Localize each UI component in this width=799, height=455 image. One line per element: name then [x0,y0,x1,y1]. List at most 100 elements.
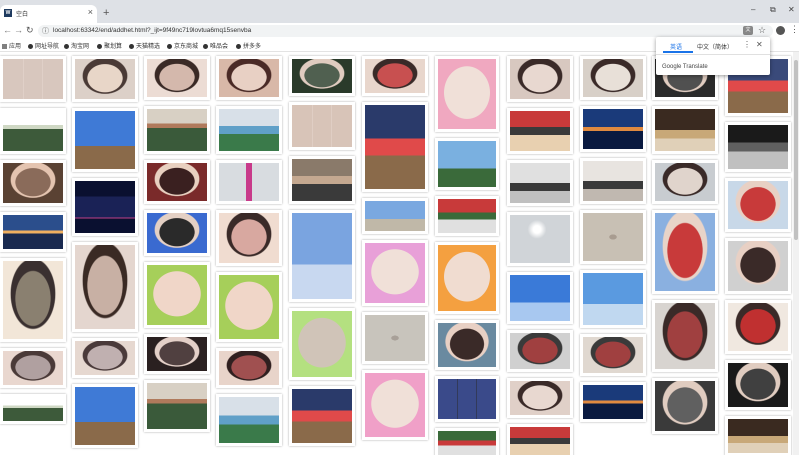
photo-card[interactable] [507,56,573,102]
photo-card[interactable] [216,106,282,154]
photo-card[interactable] [0,258,66,342]
reload-icon[interactable]: ↻ [26,25,34,36]
photo-card[interactable] [435,242,499,314]
photo-card[interactable] [144,262,210,328]
photo-card[interactable] [72,56,138,102]
minimize-button[interactable]: – [751,5,755,14]
photo-card[interactable] [0,160,66,206]
photo-card[interactable] [362,102,428,192]
forward-arrow-icon[interactable]: → [14,25,23,35]
photo-card[interactable] [435,56,499,132]
photo-card[interactable] [72,242,138,332]
photo-card[interactable] [144,334,210,374]
photo-card[interactable] [144,56,210,100]
photo-card[interactable] [144,380,210,432]
photo-card[interactable] [435,320,499,370]
photo-card[interactable] [435,196,499,236]
photo-card[interactable] [580,158,646,204]
tab-active[interactable]: W 空白 × [0,5,97,23]
photo-card[interactable] [725,360,791,410]
scrollbar-thumb[interactable] [794,60,798,240]
photo-card[interactable] [72,178,138,236]
photo-card[interactable] [362,240,428,306]
photo-card[interactable] [725,178,791,232]
photo-card[interactable] [362,198,428,234]
photo-card[interactable] [216,210,282,266]
photo-card[interactable] [507,212,573,266]
photo-card[interactable] [725,300,791,354]
bookmark-item[interactable]: 京东商城 [167,41,198,50]
photo-card[interactable] [652,378,718,434]
photo-card[interactable] [580,106,646,152]
new-tab-button[interactable]: + [103,7,109,19]
photo-card[interactable] [216,272,282,342]
address-bar[interactable]: ⓘ localhost:63342/end/addhet.html?_ijt=9… [38,25,773,37]
photo-card[interactable] [507,272,573,324]
bookmark-star-icon[interactable]: ☆ [758,25,766,36]
photo-card[interactable] [0,108,66,154]
photo-card[interactable] [0,348,66,388]
photo-card[interactable] [435,138,499,190]
photo-card[interactable] [144,106,210,154]
photo-card[interactable] [289,102,355,150]
photo-card[interactable] [289,156,355,204]
account-avatar-icon[interactable] [776,26,785,35]
photo-card[interactable] [289,386,355,446]
photo-card[interactable] [725,416,791,455]
photo-card[interactable] [435,376,499,422]
bookmark-item[interactable]: 网址导航 [28,41,59,50]
photo-card[interactable] [580,56,646,100]
bookmark-item[interactable]: 淘宝网 [64,41,89,50]
translate-tab-chinese[interactable]: 中文（简体） [697,42,733,51]
restore-button[interactable]: ⧉ [770,5,776,15]
photo-card[interactable] [144,210,210,256]
url-text[interactable]: localhost:63342/end/addhet.html?_ijt=9f4… [53,27,251,34]
close-window-button[interactable]: ✕ [788,5,795,14]
bookmark-item[interactable]: 天猫精选 [129,41,160,50]
photo-card[interactable] [289,56,355,96]
photo-card[interactable] [362,312,428,364]
kebab-menu-icon[interactable]: ⋮ [790,24,799,35]
photo-card[interactable] [652,210,718,294]
photo-card[interactable] [289,308,355,380]
bookmark-item[interactable]: 唯品会 [203,41,228,50]
photo-card[interactable] [0,56,66,102]
photo-card[interactable] [652,106,718,154]
photo-card[interactable] [507,378,573,418]
photo-card[interactable] [580,210,646,264]
photo-card[interactable] [725,238,791,294]
photo-card[interactable] [507,330,573,372]
photo-card[interactable] [216,160,282,204]
photo-card[interactable] [580,382,646,422]
photo-card[interactable] [0,394,66,424]
translate-icon[interactable]: 文 [743,26,753,35]
photo-card[interactable] [144,160,210,204]
translate-tab-english[interactable]: 英语 [670,42,682,51]
photo-card[interactable] [652,300,718,372]
photo-card[interactable] [72,338,138,378]
photo-card[interactable] [289,210,355,302]
translate-close-icon[interactable]: ✕ [756,40,763,49]
photo-card[interactable] [72,384,138,448]
photo-card[interactable] [216,394,282,446]
photo-card[interactable] [72,108,138,172]
bookmark-item[interactable]: 聚划算 [97,41,122,50]
photo-card[interactable] [725,122,791,172]
photo-card[interactable] [580,334,646,376]
photo-card[interactable] [362,56,428,96]
photo-card[interactable] [216,56,282,100]
photo-card[interactable] [507,160,573,206]
photo-card[interactable] [507,424,573,455]
translate-options-icon[interactable]: ⋮ [743,40,751,49]
photo-card[interactable] [652,160,718,204]
photo-card[interactable] [435,428,499,455]
tab-close-icon[interactable]: × [88,7,93,17]
bookmark-apps[interactable]: 应用 [2,41,21,50]
bookmark-item[interactable]: 拼多多 [236,41,261,50]
photo-card[interactable] [362,370,428,440]
back-arrow-icon[interactable]: ← [3,25,12,35]
site-info-icon[interactable]: ⓘ [42,26,49,36]
photo-card[interactable] [580,270,646,328]
photo-card[interactable] [216,348,282,388]
photo-card[interactable] [507,108,573,154]
